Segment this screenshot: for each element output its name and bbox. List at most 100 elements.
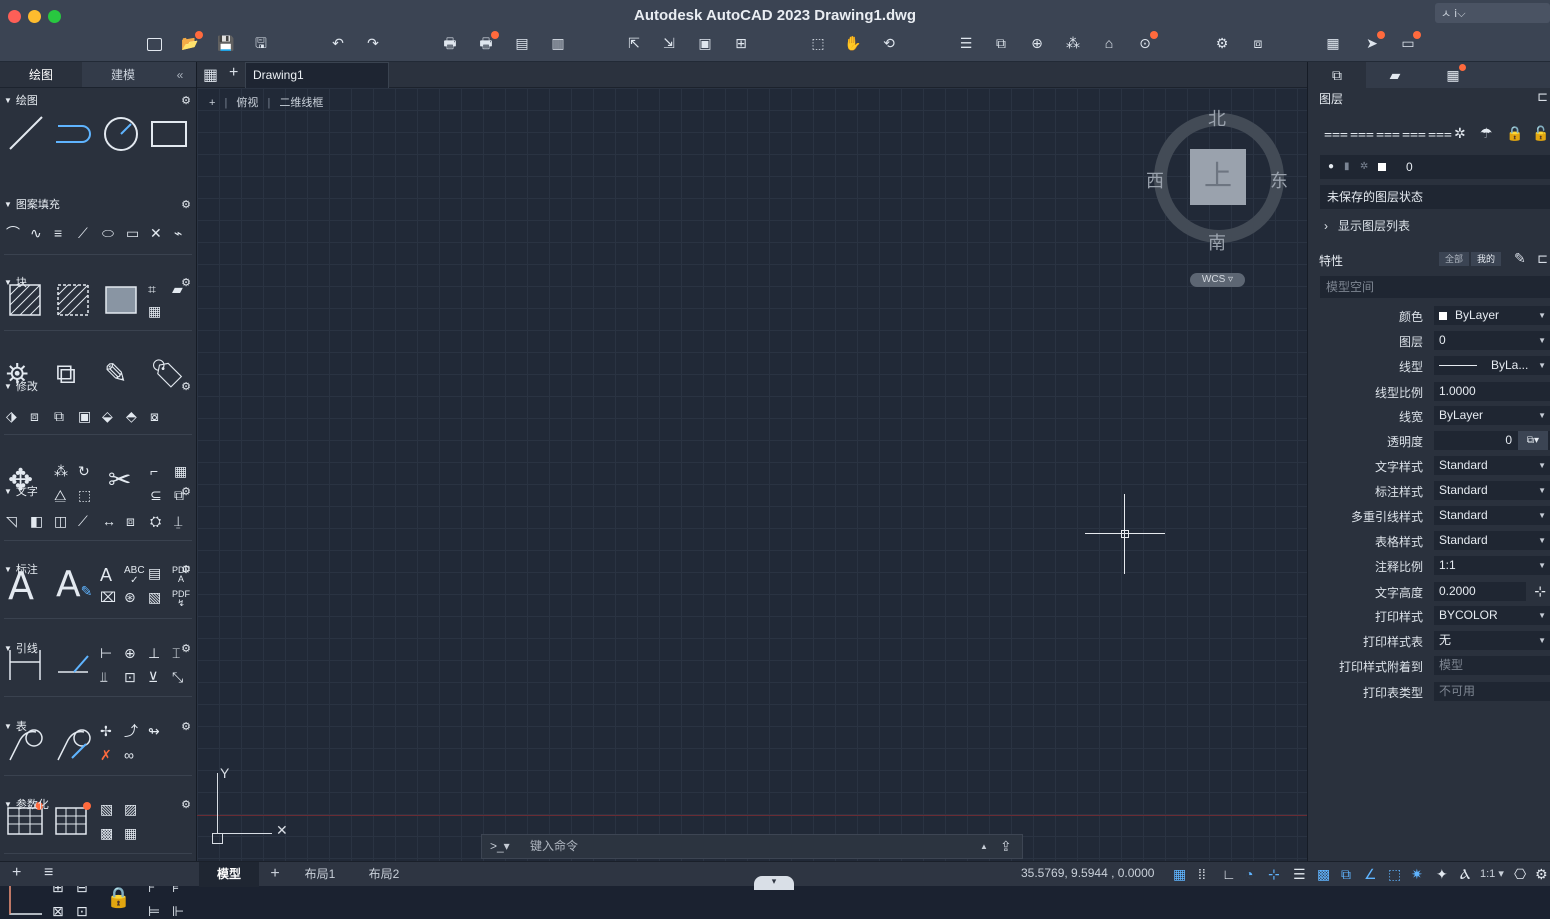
ellipse-tool-icon[interactable]: ⬭	[102, 226, 114, 240]
layer-isolate-icon[interactable]: ✲	[1454, 126, 1466, 140]
command-prompt-button[interactable]: >_▾	[490, 835, 510, 858]
compass-south[interactable]: 南	[1208, 229, 1226, 255]
properties-tab-icon[interactable]: ▦	[1424, 62, 1482, 88]
dropdown-arrow-icon[interactable]: ▼	[1538, 556, 1546, 575]
property-value[interactable]: ByLayer ▼	[1434, 406, 1550, 425]
settings-gear-icon[interactable]: ⚙	[1535, 866, 1548, 882]
pan-icon[interactable]: ✋	[843, 34, 863, 52]
property-value[interactable]: Standard ▼	[1434, 456, 1550, 475]
layer-current-icon[interactable]: ⩶	[1376, 126, 1400, 140]
lock-constraint-icon[interactable]: 🔒	[106, 888, 131, 908]
property-value[interactable]: Standard ▼	[1434, 531, 1550, 550]
spline-tool-icon[interactable]: ∿	[30, 226, 42, 240]
layer-properties-icon[interactable]: ☰	[956, 34, 976, 52]
send-icon[interactable]: ➤	[1362, 31, 1385, 52]
erase-icon[interactable]: ◧	[30, 514, 43, 528]
align-icon[interactable]: ⛭	[150, 514, 161, 528]
viewcube-top-face[interactable]: 上	[1190, 149, 1246, 205]
section-header[interactable]: ▼ 块 ⚙	[0, 274, 197, 292]
text-frame-icon[interactable]: ▧	[148, 590, 161, 604]
layers-tab-icon[interactable]: ⧉	[1308, 62, 1366, 88]
viewport-menu-button[interactable]: +	[209, 97, 215, 109]
gear-icon[interactable]: ⚙	[181, 274, 191, 292]
break-icon[interactable]: ⍊	[174, 514, 182, 528]
block-attribute-icon[interactable]: ⬘	[126, 409, 137, 423]
section-header[interactable]: ▼ 表 ⚙	[0, 718, 197, 736]
polygon-tool-icon[interactable]: ▭	[126, 226, 139, 240]
filter-all-button[interactable]: 全部	[1439, 252, 1469, 266]
file-grid-icon[interactable]: ▦	[203, 65, 218, 85]
compass-west[interactable]: 西	[1146, 167, 1164, 193]
tab-layout2[interactable]: 布局2	[354, 862, 414, 887]
property-value[interactable]: 0 ⧉▾	[1434, 431, 1550, 450]
tab-draw[interactable]: 绘图	[0, 62, 82, 87]
property-value[interactable]: 1:1 ▼	[1434, 556, 1550, 575]
visual-style-control[interactable]: 二维线框	[279, 97, 323, 109]
tab-layout1[interactable]: 布局1	[290, 862, 350, 887]
hamburger-icon[interactable]: +	[12, 864, 21, 882]
redo-icon[interactable]: ↷	[363, 34, 383, 52]
layer-match-icon[interactable]: ⩶	[1402, 126, 1426, 140]
batch-plot-icon[interactable]: 🖶	[476, 31, 499, 52]
annotation-scale-dropdown[interactable]: 1:1 ▾	[1480, 867, 1504, 880]
block-palette-icon[interactable]: ⧇	[150, 409, 159, 423]
zoom-window-icon[interactable]: ⬚	[808, 34, 828, 52]
sheet-set-icon[interactable]: ▦	[1323, 34, 1343, 52]
dropdown-arrow-icon[interactable]: ▼	[1538, 506, 1546, 525]
menu-icon[interactable]: ≡	[44, 864, 53, 882]
edit-attributes-icon[interactable]: ⧉	[54, 409, 64, 423]
dropdown-arrow-icon[interactable]: ▼	[1538, 331, 1546, 350]
command-history-icon[interactable]: ▲	[980, 835, 988, 858]
settings-icon[interactable]: ⚙	[1212, 34, 1232, 52]
panel-dock-icon[interactable]: ⊏	[1537, 251, 1548, 267]
layer-new-icon[interactable]: ⩶	[1324, 126, 1348, 140]
layer-freeze-icon[interactable]: ✲	[1360, 155, 1368, 179]
transparency-dropdown-icon[interactable]: ⧉▾	[1518, 431, 1548, 450]
property-value[interactable]: Standard ▼	[1434, 506, 1550, 525]
write-block-icon[interactable]: ▣	[78, 409, 91, 423]
gear-icon[interactable]: ⚙	[181, 378, 191, 396]
dropdown-arrow-icon[interactable]: ▼	[1538, 406, 1546, 425]
share-view-icon[interactable]: ▭	[1398, 31, 1421, 52]
copy-icon[interactable]: ⁂	[54, 464, 68, 478]
open-folder-icon[interactable]: ▣	[695, 34, 715, 52]
property-value[interactable]: ByLayer ▼	[1434, 306, 1550, 325]
tool-palettes-icon[interactable]: ⁂	[1063, 34, 1083, 52]
insert-block-icon[interactable]: ⧉	[991, 34, 1011, 52]
gear-icon[interactable]: ⚙	[181, 561, 191, 579]
selection-dropdown[interactable]: 模型空间	[1320, 276, 1550, 298]
markup-icon[interactable]: ⌂	[1099, 34, 1119, 52]
layer-lock-icon[interactable]: 🔒	[1506, 126, 1523, 140]
section-header[interactable]: ▼ 绘图 ⚙	[0, 92, 197, 110]
gear-icon[interactable]: ⚙	[181, 718, 191, 736]
chamfer-icon[interactable]: ⟋	[78, 514, 88, 528]
grid-icon[interactable]: ▦	[1173, 866, 1186, 882]
leader-style-icon[interactable]: ∞	[124, 748, 134, 762]
filter-mine-button[interactable]: 我的	[1471, 252, 1501, 266]
ray-tool-icon[interactable]: ⟋	[78, 226, 88, 240]
dropdown-arrow-icon[interactable]: ▼	[1538, 606, 1546, 625]
revcloud-tool-icon[interactable]: ⌁	[174, 226, 182, 240]
view-control[interactable]: 俯视	[236, 97, 258, 109]
property-value[interactable]: Standard ▼	[1434, 481, 1550, 500]
wcs-menu[interactable]: WCS ▿	[1190, 273, 1245, 287]
array-icon[interactable]: ▦	[174, 464, 187, 478]
ortho-icon[interactable]: ∟	[1222, 866, 1236, 882]
layer-visible-icon[interactable]: ●	[1328, 155, 1334, 179]
layer-lock-state-icon[interactable]: ▮	[1344, 155, 1350, 179]
tab-model[interactable]: 模型	[199, 862, 259, 887]
gear-icon[interactable]: ⚙	[181, 796, 191, 814]
section-header[interactable]: ▼ 图案填充 ⚙	[0, 196, 197, 214]
design-center-icon[interactable]: ⊕	[1027, 34, 1047, 52]
add-layout-button[interactable]: +	[262, 862, 288, 887]
layer-unlock-icon[interactable]: 🔓	[1532, 126, 1549, 140]
compass-east[interactable]: 东	[1270, 167, 1288, 193]
coordinates-readout[interactable]: 35.5769, 9.5944 , 0.0000	[1021, 866, 1154, 880]
radial-constraint-icon[interactable]: ⊩	[172, 904, 184, 918]
oblique-dimension-icon[interactable]: ⤡	[172, 670, 183, 684]
isodraft-icon[interactable]: ⊹	[1268, 866, 1280, 882]
command-input[interactable]: 键入命令	[530, 835, 970, 858]
dropdown-arrow-icon[interactable]: ▼	[1538, 531, 1546, 550]
property-value[interactable]: 无 ▼	[1434, 631, 1550, 650]
import-icon[interactable]: ⇱	[624, 34, 644, 52]
